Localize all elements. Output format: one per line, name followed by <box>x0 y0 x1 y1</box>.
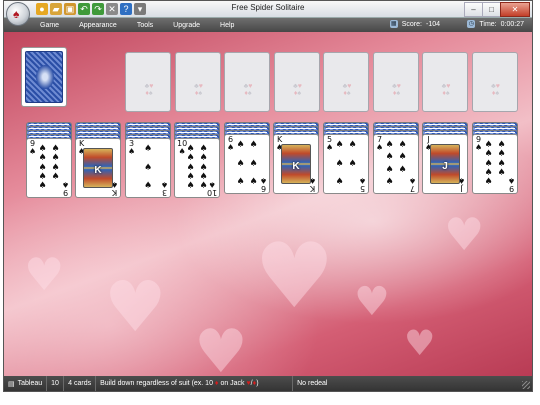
foundation-pile[interactable]: ♣♥ ♦♠ <box>224 52 270 112</box>
menu-tools[interactable]: Tools <box>134 22 156 29</box>
title-bar: ● ▰ ▣ ↶ ↷ ✕? ▾ Free Spider Solitaire – □ ✕ <box>4 1 532 18</box>
background-heart: ♥ <box>404 324 436 364</box>
background-heart: ♥ <box>354 279 390 325</box>
card-pips: ♠ ♠ ♠ ♠ ♠ <box>335 140 357 187</box>
window-title: Free Spider Solitaire <box>231 3 305 12</box>
foundation-pile[interactable]: ♣♥ ♦♠ <box>372 52 419 112</box>
court-card-art <box>83 148 113 188</box>
card-pips: ♠ ♠ ♠ ♠ ♠ ♠ ♠ ♠ ♠ ♠ <box>186 144 208 191</box>
card-pips: ♠ ♠ ♠ ♠ ♠ ♠ ♠ ♠ ♠ <box>38 144 60 191</box>
status-column-count: 10 <box>47 376 65 391</box>
score-label: Score: <box>401 20 422 28</box>
card-rank-corner: 7 ♠ <box>408 176 416 193</box>
resize-grip[interactable] <box>522 381 530 389</box>
tableau-top-card[interactable]: J ♠ J ♠ <box>422 134 468 194</box>
tableau-top-card[interactable]: 5 ♠ 5 ♠ ♠ ♠ ♠ ♠ ♠ <box>323 134 369 194</box>
card-back <box>25 51 63 103</box>
diamond-icon: ♦ <box>212 380 221 387</box>
foundation-pile[interactable]: ♣♥ ♦♠ <box>471 52 518 112</box>
time-label: Time: <box>479 20 497 28</box>
foundation-pile[interactable]: ♣♥ ♦♠ <box>125 52 171 112</box>
minimize-button[interactable]: – <box>464 2 483 17</box>
foundation-suit-marker: ♣♥ ♦♠ <box>293 83 302 97</box>
card-pips: ♠ ♠ ♠ ♠ ♠ ♠ <box>236 140 258 187</box>
card-rank-corner: 6 ♠ <box>259 176 267 193</box>
time-value: 0:00:27 <box>500 20 524 28</box>
card-pips: ♠ ♠ ♠ ♠ ♠ ♠ ♠ ♠ ♠ <box>484 140 506 187</box>
card-pips: ♠ ♠ ♠ ♠ ♠ ♠ ♠ <box>385 140 407 187</box>
score-icon: ▦ <box>389 20 398 28</box>
tableau-top-card[interactable]: 9 ♠ 9 ♠ ♠ ♠ ♠ ♠ ♠ ♠ ♠ ♠ ♠ <box>26 138 72 198</box>
background-heart: ♥ <box>24 248 65 301</box>
application-menu-button[interactable]: ♠ <box>6 2 30 26</box>
spade-icon: ♠ <box>13 7 20 21</box>
foundation-suit-marker: ♣♥ ♦♠ <box>491 83 500 97</box>
jack-diamond-icon: ♥/♦ <box>246 380 257 387</box>
court-card-art <box>281 144 311 184</box>
status-rule: Build down regardless of suit (ex. 10 ♦ … <box>96 376 294 391</box>
foundation-pile[interactable]: ♣♥ ♦♠ <box>323 52 369 112</box>
background-heart: ♥ <box>444 208 485 261</box>
foundation-suit-marker: ♣♥ ♦♠ <box>194 83 203 97</box>
tableau-top-card[interactable]: K ♠ K ♠ <box>273 134 319 194</box>
stock-pile[interactable] <box>21 47 67 107</box>
tableau-icon: ▤ <box>8 380 15 388</box>
maximize-button[interactable]: □ <box>482 2 501 17</box>
close-button[interactable]: ✕ <box>500 2 530 17</box>
menu-appearance[interactable]: Appearance <box>76 22 120 29</box>
foundation-suit-marker: ♣♥ ♦♠ <box>144 83 154 97</box>
tableau-top-card[interactable]: 9 ♠ 9 ♠ ♠ ♠ ♠ ♠ ♠ ♠ ♠ ♠ ♠ <box>472 134 518 194</box>
menu-game[interactable]: Game <box>37 22 62 29</box>
court-card-art <box>430 144 460 184</box>
status-card-count: 4 cards <box>64 376 97 391</box>
status-redeal: No redeal <box>297 380 328 387</box>
score-display: ▦ Score: -104 <box>389 20 440 28</box>
window-controls: – □ ✕ <box>464 2 530 17</box>
tableau-top-card[interactable]: 10 ♠ 10 ♠ ♠ ♠ ♠ ♠ ♠ ♠ ♠ ♠ ♠ ♠ <box>174 138 220 198</box>
app-window: ● ▰ ▣ ↶ ↷ ✕? ▾ Free Spider Solitaire – □ ✕ ♠ G… <box>3 0 533 392</box>
foundation-pile[interactable]: ♣♥ ♦♠ <box>174 52 221 112</box>
card-rank-corner: 3 ♠ <box>160 180 168 197</box>
tableau-top-card[interactable]: K ♠ K ♠ <box>75 138 121 198</box>
tableau-top-card[interactable]: 3 ♠ 3 ♠ ♠ ♠ ♠ <box>125 138 171 198</box>
time-display: ◷ Time: 0:00:27 <box>467 20 524 28</box>
background-heart: ♥ <box>194 317 248 377</box>
game-board: ♥ ♥ ♥ ♥ ♥ ♥ ♥ ♣♥ ♦♠ ♣♥ ♦♠ ♣♥ ♦♠ ♣♥ ♦♠ ♣♥ ♦♠ ♣♥ ♦♠ ♣♥… <box>4 32 532 377</box>
card-rank-corner: 9 ♠ <box>507 176 515 193</box>
foundation-suit-marker: ♣♥ ♦♠ <box>243 83 253 97</box>
status-bar: ▤ Tableau 10 4 cards Build down regardle… <box>4 376 532 391</box>
foundation-suit-marker: ♣♥ ♦♠ <box>342 83 352 97</box>
background-heart: ♥ <box>254 224 335 329</box>
menu-help[interactable]: Help <box>217 22 237 29</box>
card-rank-corner: 9 ♠ <box>61 180 69 197</box>
foundation-pile[interactable]: ♣♥ ♦♠ <box>273 52 320 112</box>
card-rank-corner: 5 ♠ <box>358 176 366 193</box>
foundation-suit-marker: ♣♥ ♦♠ <box>441 83 451 97</box>
tableau-top-card[interactable]: 6 ♠ 6 ♠ ♠ ♠ ♠ ♠ ♠ ♠ <box>224 134 270 194</box>
tableau-top-card[interactable]: 7 ♠ 7 ♠ ♠ ♠ ♠ ♠ ♠ ♠ ♠ <box>373 134 419 194</box>
score-value: -104 <box>425 20 440 28</box>
menu-bar: Game Appearance Tools Upgrade Help <box>4 18 532 32</box>
card-pips: ♠ ♠ ♠ <box>143 144 153 191</box>
foundation-pile[interactable]: ♣♥ ♦♠ <box>422 52 468 112</box>
foundation-suit-marker: ♣♥ ♦♠ <box>392 83 401 97</box>
clock-icon: ◷ <box>467 20 476 28</box>
status-section: ▤ Tableau <box>4 376 48 391</box>
menu-upgrade[interactable]: Upgrade <box>170 22 203 29</box>
background-heart: ♥ <box>104 266 167 348</box>
